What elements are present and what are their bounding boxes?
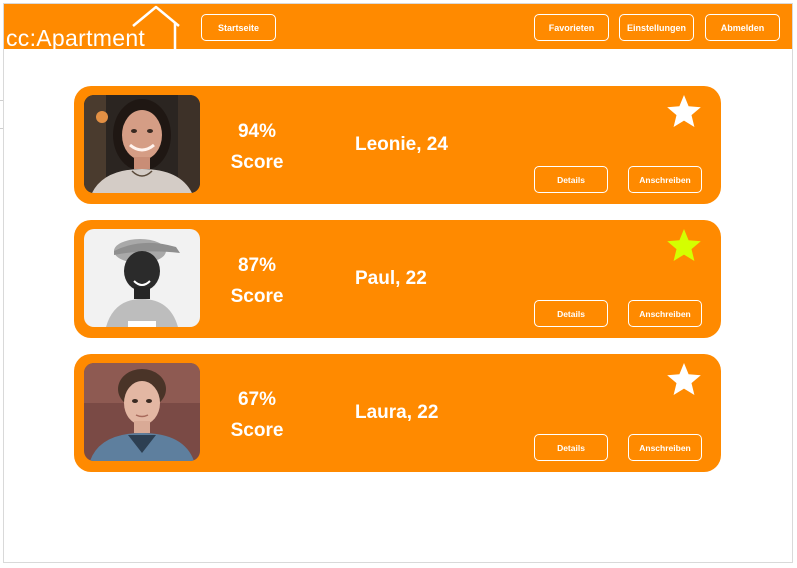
match-name: Paul, 22: [355, 268, 427, 289]
match-card: 94% Score Leonie, 24 Details Anschreiben: [74, 86, 721, 204]
logout-button[interactable]: Abmelden: [705, 14, 780, 41]
score-label: Score: [230, 420, 284, 441]
match-card: 67% Score Laura, 22 Details Anschreiben: [74, 354, 721, 472]
match-score: 87% Score: [222, 250, 292, 312]
details-button[interactable]: Details: [534, 434, 608, 461]
match-name: Leonie, 24: [355, 134, 448, 155]
profile-photo-woman: [84, 95, 200, 193]
score-percent: 94%: [237, 121, 277, 142]
score-percent: 87%: [237, 255, 277, 276]
details-button[interactable]: Details: [534, 300, 608, 327]
score-label: Score: [230, 286, 284, 307]
star-icon[interactable]: [666, 228, 702, 262]
top-bar: cc:Apartment Startseite Favorieten Einst…: [4, 4, 792, 51]
settings-button[interactable]: Einstellungen: [619, 14, 694, 41]
frame-mark: [0, 100, 3, 101]
frame-mark: [0, 128, 3, 129]
logo-text: cc:Apartment: [6, 25, 146, 51]
star-icon[interactable]: [666, 94, 702, 128]
profile-photo[interactable]: [84, 363, 200, 461]
score-label: Score: [230, 152, 284, 173]
profile-photo[interactable]: [84, 95, 200, 193]
profile-photo-woman-short-hair: [84, 363, 200, 461]
match-card: 87% Score Paul, 22 Details Anschreiben: [74, 220, 721, 338]
match-score: 67% Score: [222, 384, 292, 446]
app-logo[interactable]: cc:Apartment: [5, 4, 180, 51]
profile-photo-man: [84, 229, 200, 327]
message-button[interactable]: Anschreiben: [628, 300, 702, 327]
message-button[interactable]: Anschreiben: [628, 434, 702, 461]
score-percent: 67%: [237, 389, 277, 410]
favorites-button[interactable]: Favorieten: [534, 14, 609, 41]
match-name: Laura, 22: [355, 402, 439, 423]
profile-photo[interactable]: [84, 229, 200, 327]
home-button[interactable]: Startseite: [201, 14, 276, 41]
message-button[interactable]: Anschreiben: [628, 166, 702, 193]
match-score: 94% Score: [222, 116, 292, 178]
star-icon[interactable]: [666, 362, 702, 396]
details-button[interactable]: Details: [534, 166, 608, 193]
